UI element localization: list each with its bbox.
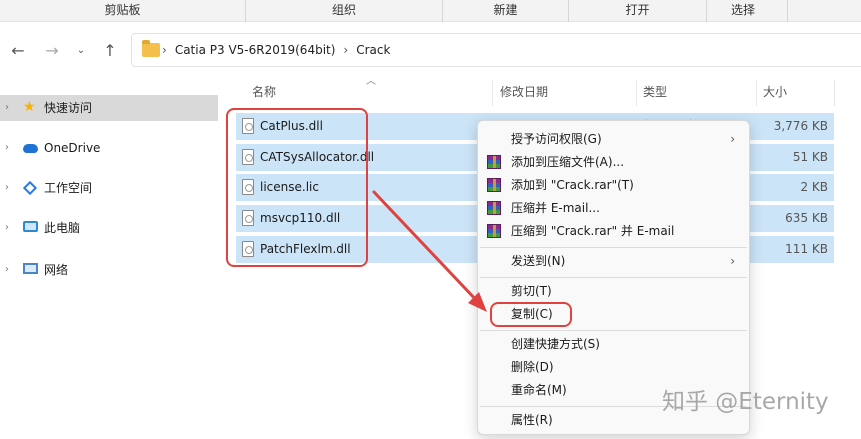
annotation-arrow-icon (372, 190, 487, 312)
watermark: 知乎 @Eternity (662, 389, 829, 415)
